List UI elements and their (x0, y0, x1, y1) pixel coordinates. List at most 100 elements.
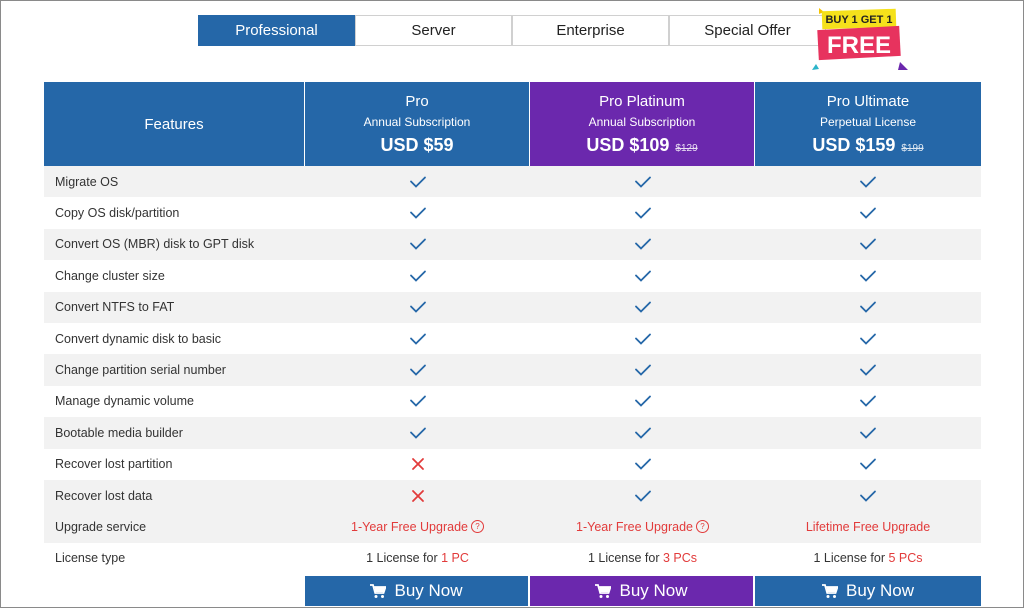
check-icon (860, 364, 876, 376)
feature-cell (755, 480, 981, 511)
upgrade-text: Lifetime Free Upgrade (805, 519, 931, 534)
buy-now-button-pro-platinum[interactable]: Buy Now (530, 576, 755, 607)
feature-cell (305, 417, 530, 448)
plan-header-pro: Pro Annual Subscription USD $59 (305, 82, 530, 166)
promo-line2: FREE (827, 32, 891, 59)
feature-label: Convert OS (MBR) disk to GPT disk (55, 237, 255, 252)
check-icon (860, 490, 876, 502)
feature-cell (755, 354, 981, 385)
check-icon (634, 301, 651, 314)
check-icon (860, 270, 876, 282)
table-row: Convert OS (MBR) disk to GPT disk (44, 228, 981, 261)
check-icon (860, 396, 876, 408)
feature-cell (755, 292, 981, 323)
plan-price-row: USD $59 (380, 135, 453, 156)
table-row: Migrate OS (44, 166, 981, 198)
feature-cell (530, 197, 755, 228)
feature-cell (755, 197, 981, 228)
check-icon (409, 270, 426, 282)
feature-cell (305, 386, 530, 417)
feature-label: Migrate OS (55, 174, 119, 189)
tab-enterprise[interactable]: Enterprise (512, 15, 669, 46)
check-icon (634, 458, 651, 470)
table-row: Convert NTFS to FAT (44, 291, 981, 323)
check-icon (860, 176, 876, 188)
license-prefix: 1 License for (587, 551, 660, 566)
check-icon (409, 301, 426, 314)
feature-cell (530, 292, 755, 323)
question-circle-icon[interactable]: ? (470, 520, 484, 534)
plan-price: USD $109 (586, 134, 670, 155)
plan-name: Pro (405, 92, 429, 110)
feature-cell (530, 386, 755, 417)
feature-cell (305, 260, 530, 291)
check-icon (634, 427, 651, 439)
feature-cell (305, 480, 530, 511)
check-icon (409, 239, 426, 251)
table-row: Recover lost data (44, 479, 981, 512)
feature-cell (755, 323, 981, 354)
check-icon (409, 427, 426, 439)
check-icon (634, 490, 651, 502)
pricing-table: Features Pro Annual Subscription USD $59… (44, 82, 981, 607)
feature-label: Recover lost data (55, 488, 153, 503)
plan-name: Pro Platinum (599, 92, 685, 110)
license-count: 1 PC (441, 551, 469, 566)
feature-cell (755, 166, 981, 197)
upgrade-text: 1-Year Free Upgrade (576, 519, 693, 534)
plan-price-row: USD $109 $129 (586, 135, 697, 156)
table-row: Change partition serial number (44, 354, 981, 386)
pricing-header: Features Pro Annual Subscription USD $59… (44, 82, 981, 166)
feature-cell (305, 449, 530, 480)
feature-cell (530, 480, 755, 511)
tab-professional[interactable]: Professional (198, 15, 355, 46)
product-tabs: Professional Server Enterprise Special O… (198, 15, 826, 46)
feature-cell (755, 449, 981, 480)
table-row-upgrade: Upgrade service 1-Year Free Upgrade? 1-Y… (44, 511, 981, 543)
license-count: 5 PCs (888, 551, 923, 566)
check-icon (409, 333, 426, 345)
feature-cell (530, 229, 755, 260)
check-icon (634, 207, 651, 219)
buy-now-button-pro-ultimate[interactable]: Buy Now (755, 576, 981, 607)
check-icon (634, 364, 651, 376)
check-icon (860, 458, 876, 470)
features-header: Features (44, 82, 305, 166)
buy-now-label: Buy Now (619, 581, 688, 601)
feature-label: Convert dynamic disk to basic (55, 331, 222, 346)
check-icon (860, 207, 876, 219)
feature-cell (755, 386, 981, 417)
check-icon (409, 207, 426, 219)
upgrade-cell: Lifetime Free Upgrade (755, 511, 981, 542)
plan-subtitle: Annual Subscription (363, 114, 471, 129)
question-circle-icon[interactable]: ? (695, 520, 709, 534)
feature-cell (305, 354, 530, 385)
table-row: Manage dynamic volume (44, 385, 981, 418)
buy-now-button-pro[interactable]: Buy Now (305, 576, 530, 607)
check-icon (634, 333, 651, 345)
promo-badge[interactable]: BUY 1 GET 1 FREE (810, 6, 910, 74)
feature-label: Change partition serial number (55, 363, 226, 378)
plan-subtitle: Perpetual License (819, 114, 917, 129)
check-icon (409, 176, 426, 188)
feature-cell (305, 197, 530, 228)
table-row: Change cluster size (44, 260, 981, 292)
license-cell: 1 License for 3 PCs (530, 543, 755, 574)
check-icon (860, 301, 876, 314)
feature-cell (530, 354, 755, 385)
promo-line1: BUY 1 GET 1 (825, 14, 892, 26)
feature-cell (305, 229, 530, 260)
feature-cell (755, 417, 981, 448)
check-icon (634, 270, 651, 282)
feature-cell (530, 260, 755, 291)
buy-row: Buy Now Buy Now Buy Now (44, 576, 981, 607)
feature-label: Upgrade service (55, 519, 147, 534)
tab-special-offer[interactable]: Special Offer (669, 15, 826, 46)
tab-server[interactable]: Server (355, 15, 512, 46)
plan-subtitle: Annual Subscription (588, 114, 696, 129)
plan-price-row: USD $159 $199 (812, 135, 923, 156)
table-row: Copy OS disk/partition (44, 197, 981, 229)
upgrade-cell: 1-Year Free Upgrade? (305, 511, 530, 542)
feature-label: Change cluster size (55, 268, 165, 283)
cart-icon (821, 583, 838, 598)
